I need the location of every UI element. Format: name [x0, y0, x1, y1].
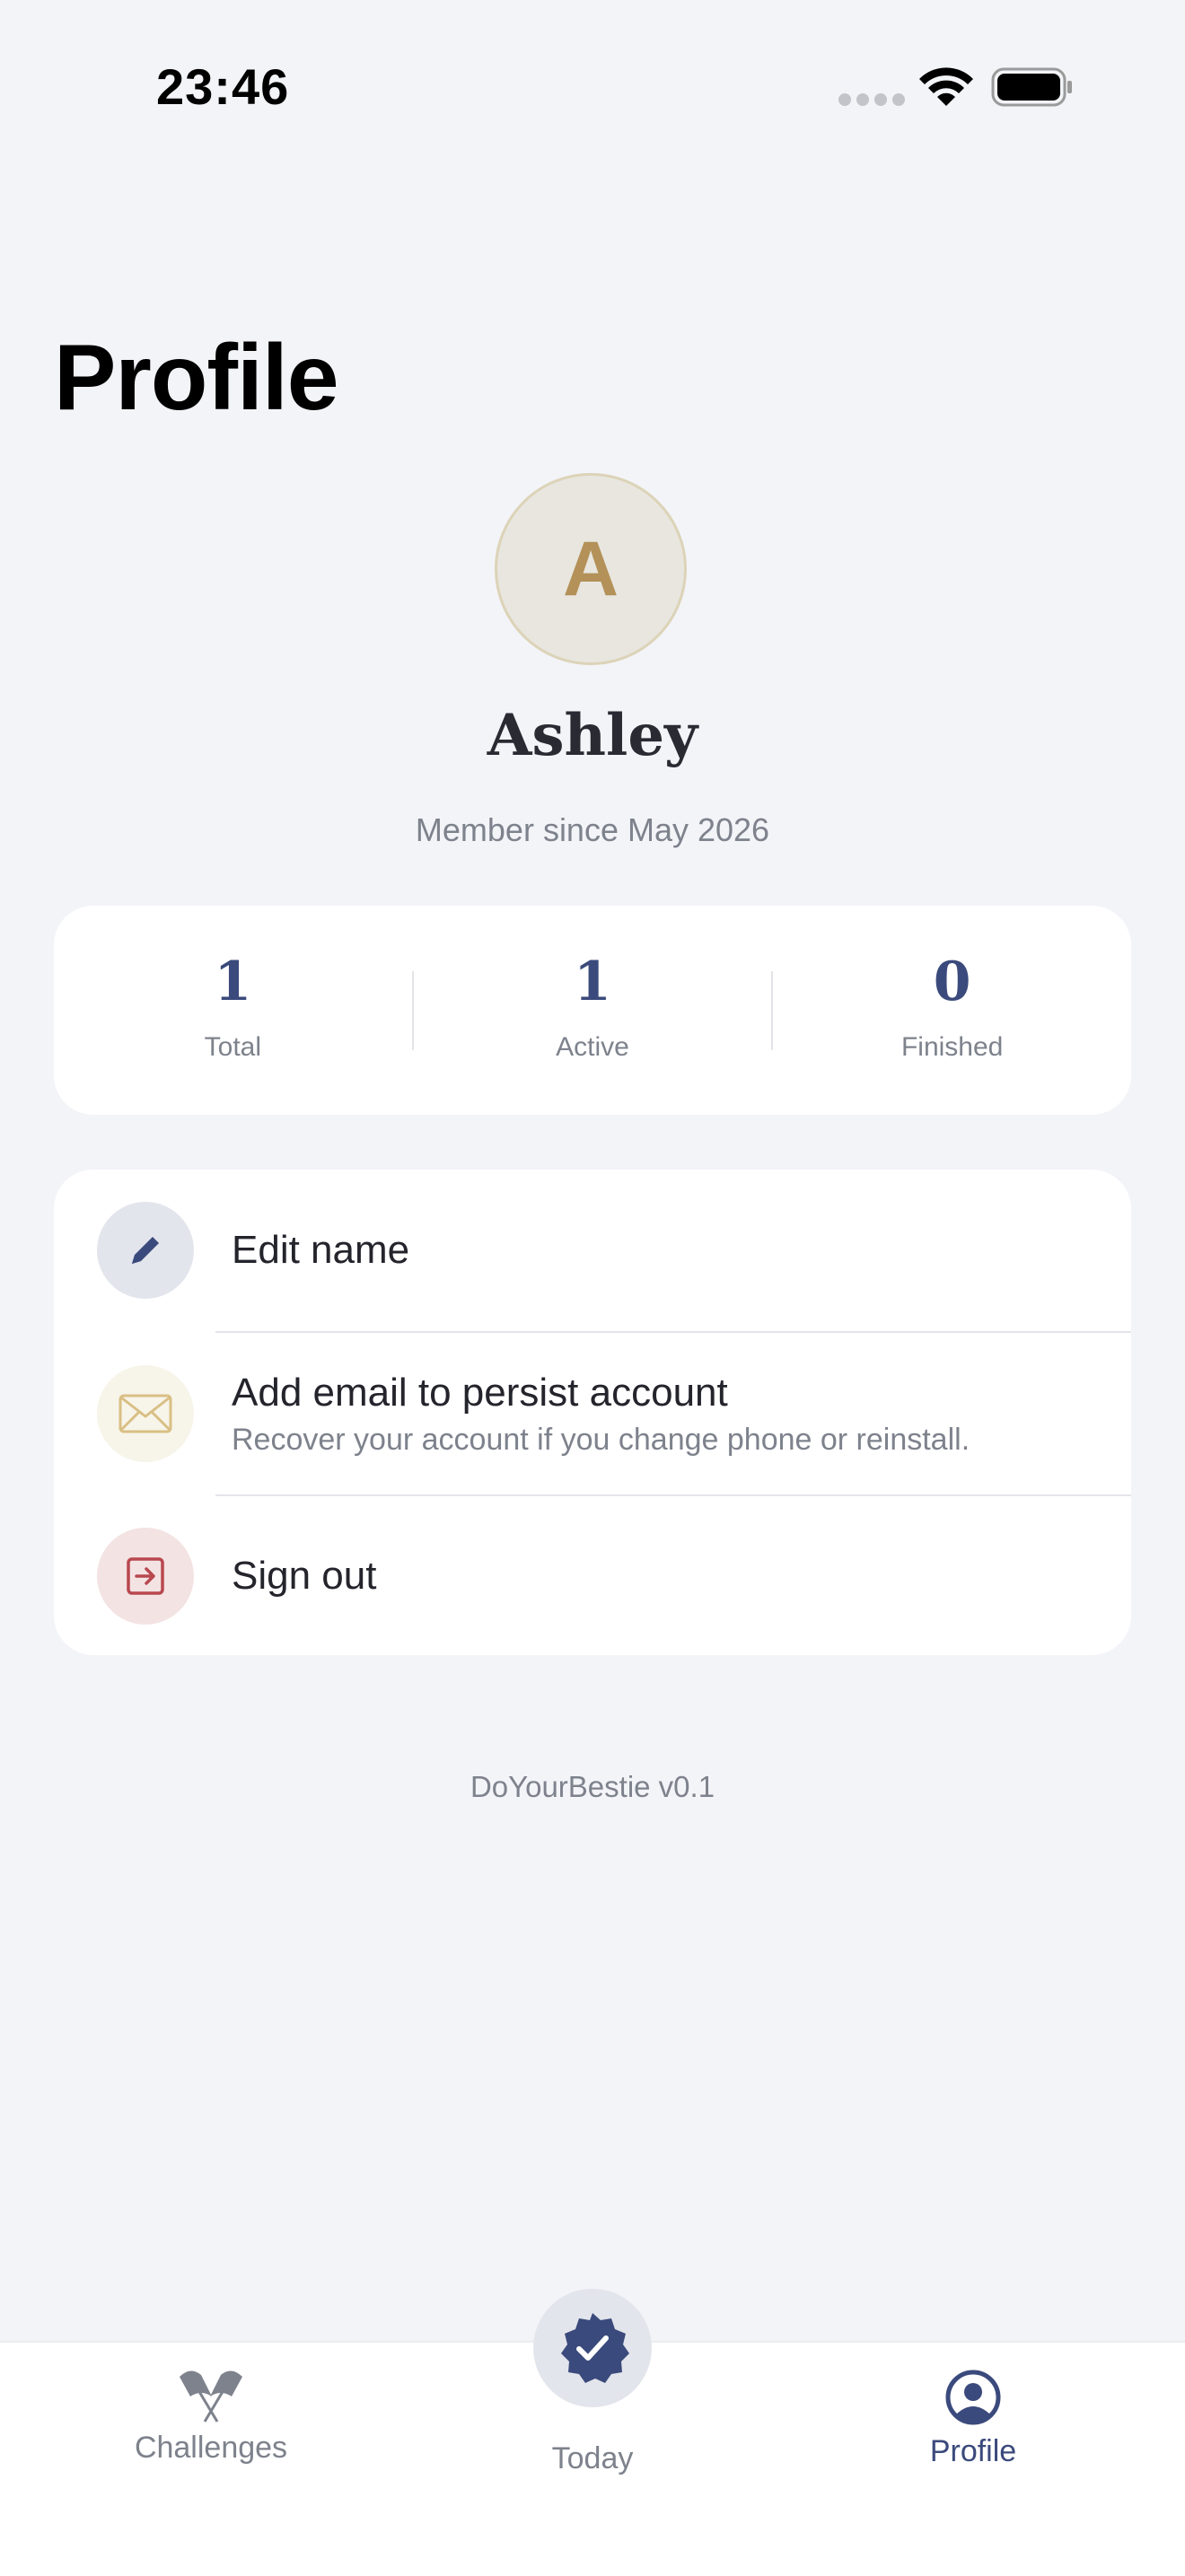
- stat-value: 1: [574, 950, 611, 1013]
- add-email-label: Add email to persist account: [232, 1370, 728, 1415]
- status-time: 23:46: [156, 58, 290, 115]
- edit-name-button[interactable]: Edit name: [54, 1170, 1131, 1331]
- stat-active: 1 Active: [414, 955, 772, 1063]
- tab-challenges[interactable]: Challenges: [76, 2343, 346, 2466]
- pencil-icon: [97, 1202, 194, 1299]
- add-email-sublabel: Recover your account if you change phone…: [232, 1422, 970, 1457]
- today-button[interactable]: [533, 2289, 652, 2407]
- stats-card: 1 Total 1 Active 0 Finished: [54, 906, 1131, 1115]
- stat-finished: 0 Finished: [773, 955, 1131, 1063]
- add-email-button[interactable]: Add email to persist account Recover you…: [54, 1333, 1131, 1494]
- app-version: DoYourBestie v0.1: [470, 1770, 715, 1803]
- avatar-initial: A: [562, 525, 619, 612]
- sign-out-label: Sign out: [232, 1553, 377, 1598]
- battery-icon: [991, 67, 1072, 107]
- wifi-icon: [919, 67, 973, 106]
- check-badge-icon: [561, 2313, 629, 2383]
- envelope-icon: [97, 1365, 194, 1462]
- tab-label: Challenges: [134, 2431, 288, 2465]
- sign-out-icon: [97, 1527, 194, 1625]
- flags-icon: [76, 2364, 346, 2423]
- tab-label: Profile: [929, 2434, 1017, 2468]
- add-email-text: Add email to persist account Recover you…: [232, 1371, 970, 1458]
- stat-value: 1: [214, 950, 252, 1013]
- edit-name-label: Edit name: [232, 1228, 410, 1272]
- person-circle-icon: [838, 2368, 1108, 2427]
- user-name: Ashley: [487, 702, 698, 769]
- cellular-signal-icon: [838, 93, 905, 106]
- stat-label: Active: [556, 1031, 629, 1062]
- stat-label: Total: [204, 1031, 262, 1062]
- page-title: Profile: [54, 326, 339, 430]
- tab-label: Today: [551, 2441, 634, 2475]
- edit-name-text: Edit name: [232, 1228, 409, 1273]
- sign-out-text: Sign out: [232, 1554, 376, 1599]
- avatar: A: [495, 473, 687, 665]
- status-bar: 23:46: [0, 0, 1185, 180]
- settings-menu: Edit name Add email to persist account R…: [54, 1170, 1131, 1655]
- member-since: Member since May 2026: [415, 811, 770, 848]
- tab-profile[interactable]: Profile: [838, 2343, 1108, 2469]
- stat-total: 1 Total: [54, 955, 412, 1063]
- stat-label: Finished: [900, 1031, 1004, 1062]
- stat-value: 0: [933, 950, 971, 1013]
- sign-out-button[interactable]: Sign out: [54, 1496, 1131, 1655]
